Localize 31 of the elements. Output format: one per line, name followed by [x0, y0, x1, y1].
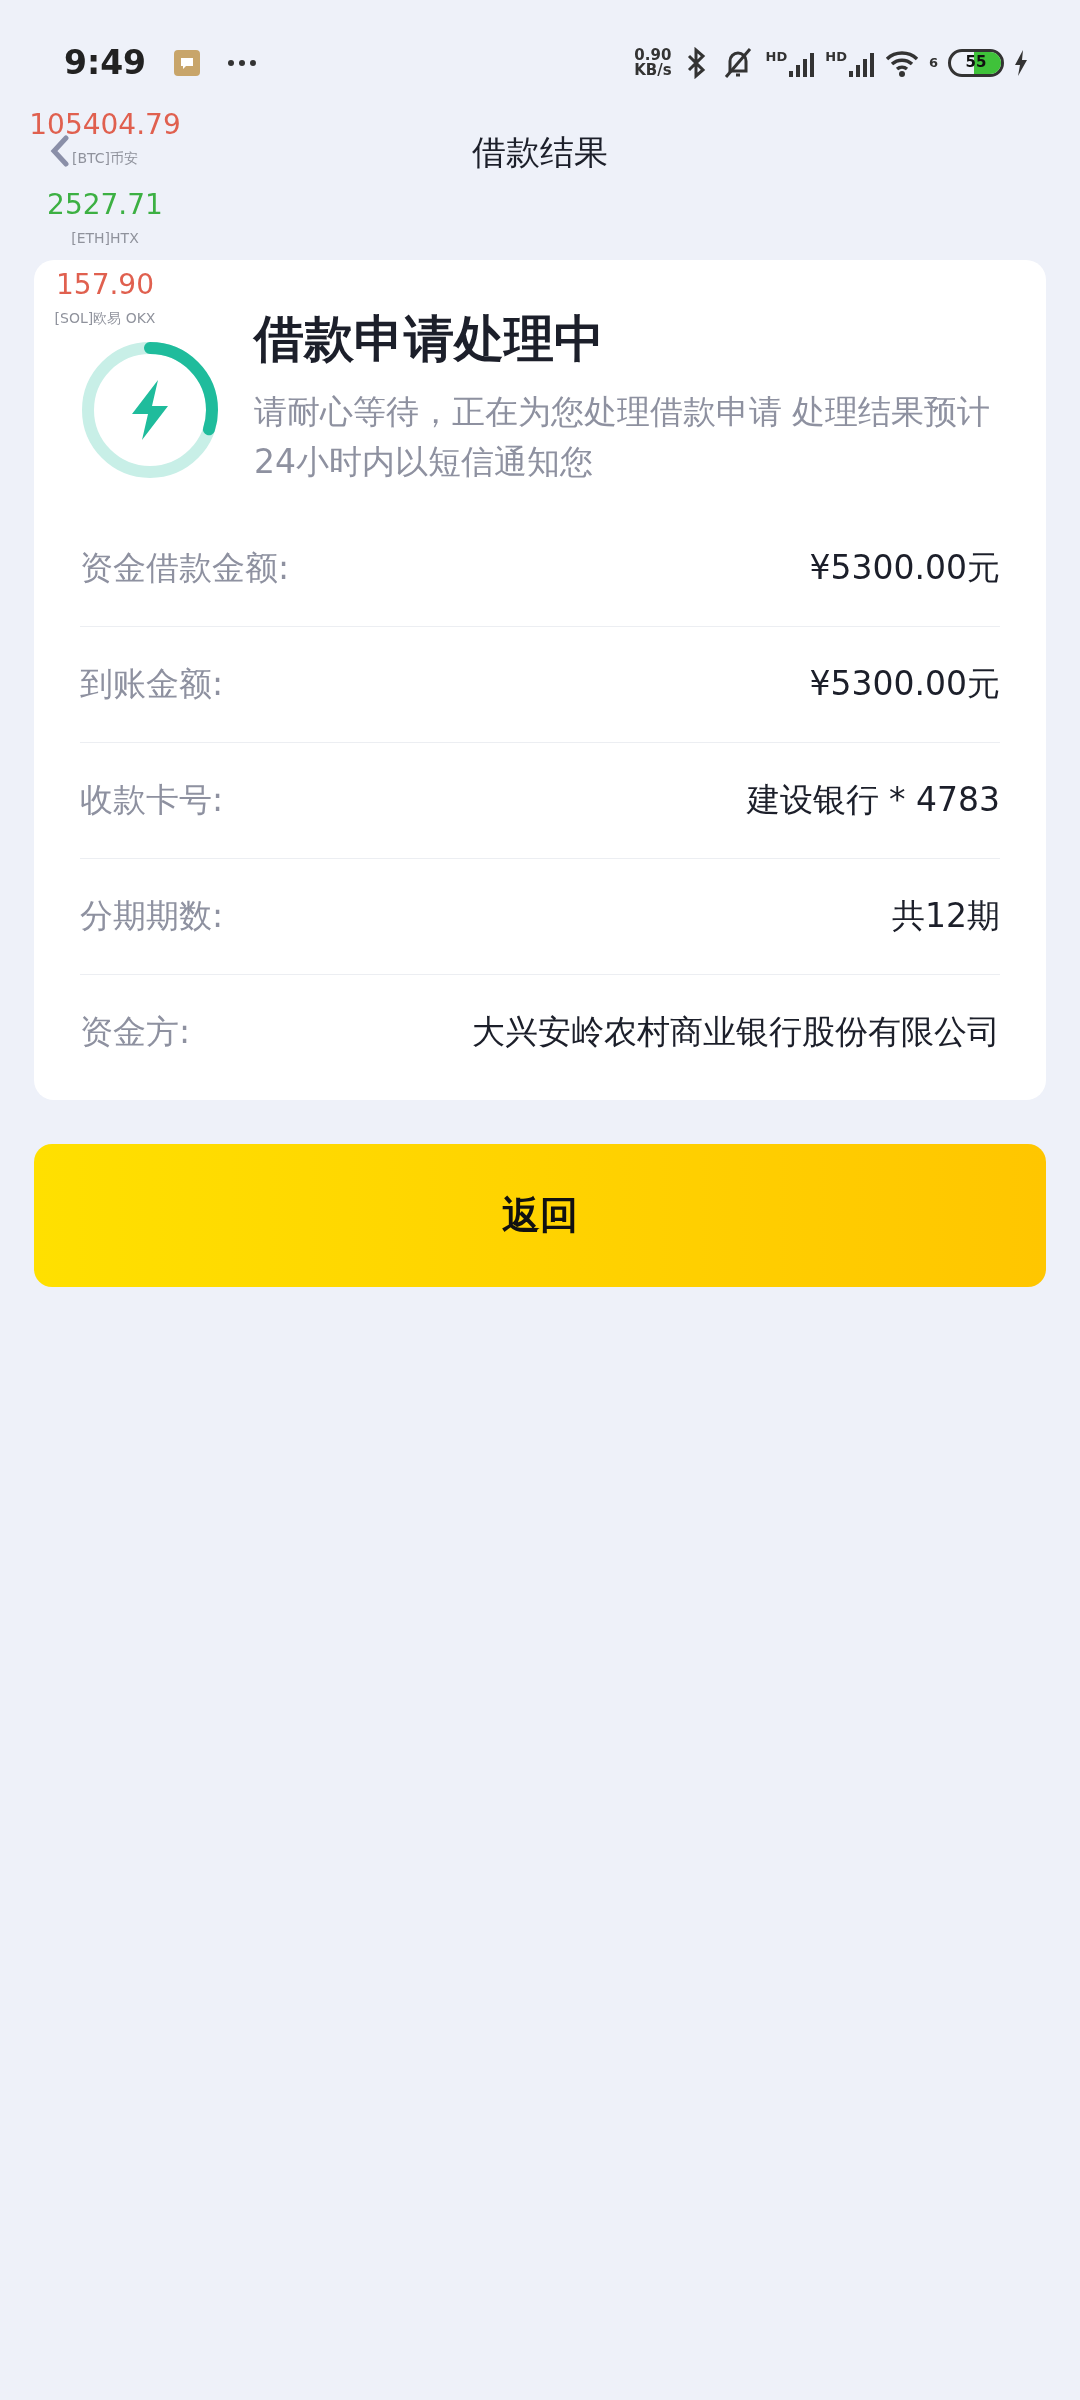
status-message: 请耐心等待，正在为您处理借款申请 处理结果预计24小时内以短信通知您	[254, 391, 992, 483]
clock: 9:49	[64, 43, 147, 82]
back-icon[interactable]	[50, 135, 70, 167]
detail-label: 收款卡号:	[80, 779, 224, 821]
hd-label: HD	[765, 48, 788, 64]
chat-notification-icon	[174, 49, 201, 76]
detail-value: ¥5300.00元	[809, 547, 1000, 589]
price-text: 157.90	[56, 268, 154, 302]
progress-ring-icon	[80, 340, 220, 480]
wifi-label: 6	[928, 55, 938, 70]
source-label: [SOL]欧易 OKX	[54, 309, 156, 328]
status-title: 借款申请处理中	[254, 309, 605, 370]
detail-label: 资金借款金额:	[80, 547, 290, 589]
source-label: [BTC]币安	[71, 149, 138, 168]
detail-label: 资金方:	[80, 1011, 191, 1053]
hd-label: HD	[825, 48, 847, 64]
detail-label: 到账金额:	[80, 663, 224, 705]
charging-icon	[1014, 49, 1028, 76]
page-title: 借款结果	[472, 131, 608, 174]
price-text: 105404.79	[29, 108, 181, 142]
source-label: [ETH]HTX	[71, 229, 139, 248]
detail-value: 建设银行 * 4783	[746, 779, 1000, 821]
wifi-icon	[884, 48, 919, 77]
detail-label: 分期期数:	[80, 895, 224, 937]
detail-value: ¥5300.00元	[809, 663, 1000, 705]
back-button[interactable]: 返回	[34, 1144, 1046, 1287]
price-text: 2527.71	[47, 188, 163, 222]
detail-value: 共12期	[892, 895, 1000, 937]
more-icon	[228, 59, 257, 66]
detail-value: 大兴安岭农村商业银行股份有限公司	[472, 1011, 1000, 1053]
network-speed: 0.90 KB/s	[634, 47, 672, 78]
